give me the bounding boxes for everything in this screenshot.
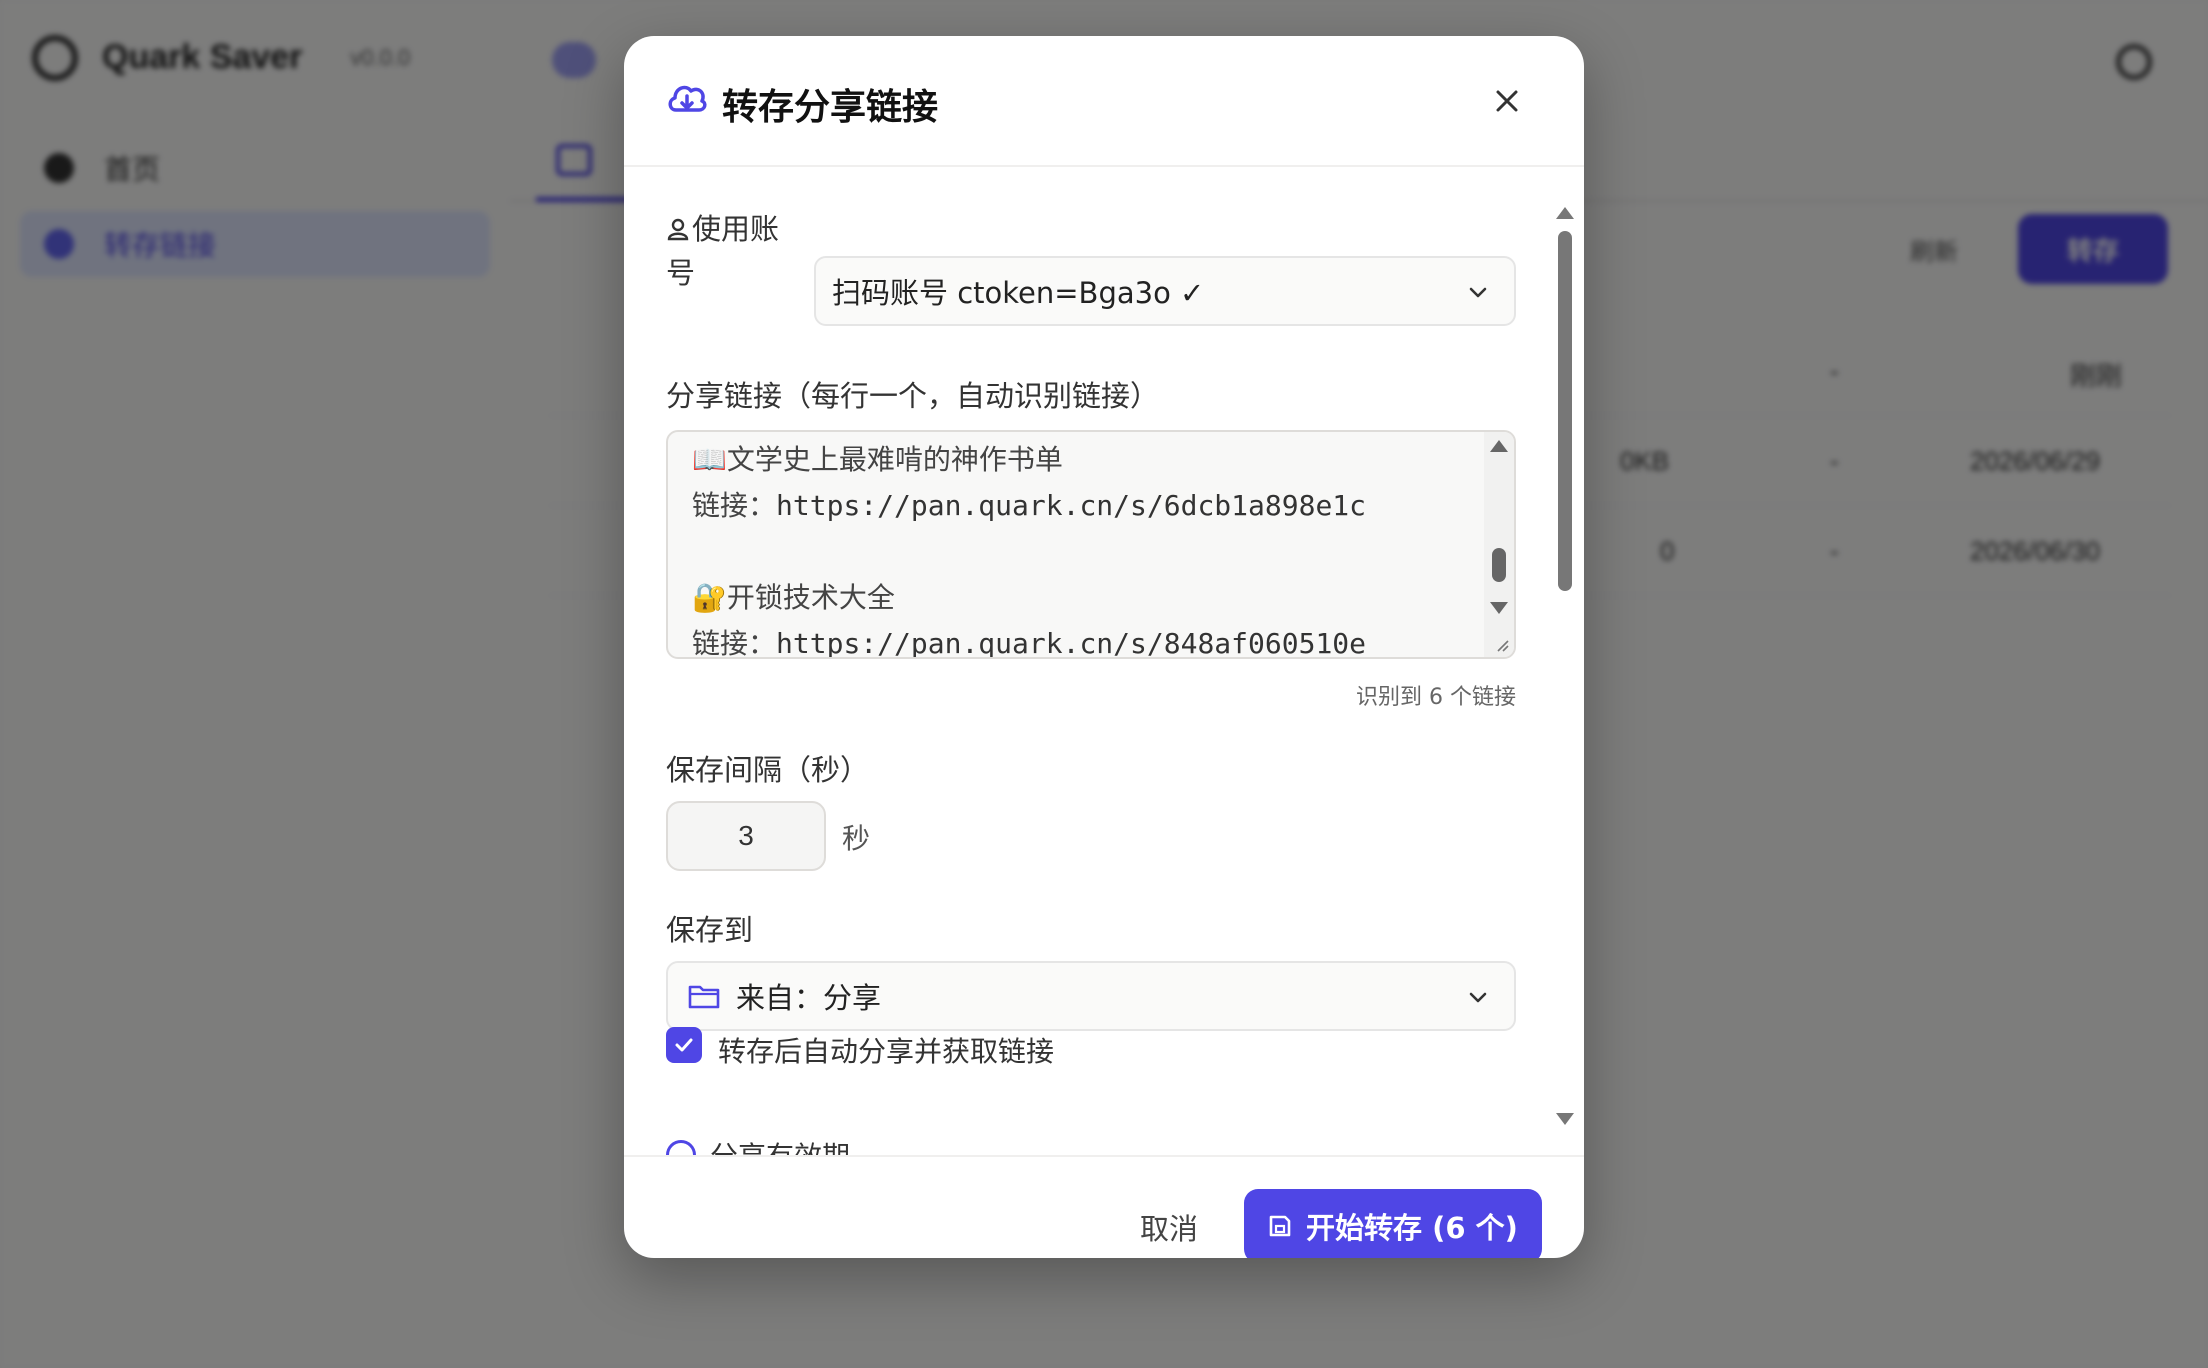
dialog-footer: 取消 开始转存 (6 个) xyxy=(624,1155,1584,1258)
textarea-line: 🔐开锁技术大全 xyxy=(692,581,895,614)
share-expiry-label: 分享有效期 xyxy=(666,1135,850,1155)
resize-handle-icon[interactable] xyxy=(1492,635,1510,653)
save-to-select[interactable]: 来自：分享 xyxy=(666,961,1516,1031)
textarea-scrollbar[interactable] xyxy=(1484,432,1514,657)
share-links-textarea[interactable]: 📖文学史上最难啃的神作书单 链接：https://pan.quark.cn/s/… xyxy=(666,430,1516,659)
interval-unit: 秒 xyxy=(842,822,871,855)
interval-label: 保存间隔（秒） xyxy=(666,753,870,787)
share-links-label: 分享链接（每行一个，自动识别链接） xyxy=(666,379,1160,413)
check-icon xyxy=(675,1038,693,1052)
chevron-down-icon xyxy=(1469,287,1487,298)
user-icon xyxy=(667,218,689,241)
save-to-value: 来自：分享 xyxy=(736,981,882,1015)
textarea-line: 链接：https://pan.quark.cn/s/848af060510e xyxy=(692,627,1367,659)
detected-links-count: 识别到 6 个链接 xyxy=(1356,685,1516,710)
textarea-line: 📖文学史上最难啃的神作书单 xyxy=(692,443,1063,476)
cancel-button[interactable]: 取消 xyxy=(1074,1191,1264,1258)
start-transfer-button[interactable]: 开始转存 (6 个) xyxy=(1244,1189,1542,1258)
start-transfer-label: 开始转存 (6 个) xyxy=(1306,1211,1518,1245)
cloud-download-icon xyxy=(668,85,707,112)
dialog-body[interactable]: 使用账号 扫码账号 ctoken=Bga3o ✓ 分享链接（每行一个，自动识别链… xyxy=(624,167,1584,1155)
account-select-value: 扫码账号 ctoken=Bga3o ✓ xyxy=(832,276,1205,310)
share-expiry-text: 分享有效期 xyxy=(710,1135,850,1155)
account-select[interactable]: 扫码账号 ctoken=Bga3o ✓ xyxy=(814,256,1516,326)
close-icon[interactable] xyxy=(1492,86,1522,116)
folder-icon xyxy=(688,985,720,1009)
auto-share-checkbox[interactable] xyxy=(666,1027,702,1063)
clock-icon xyxy=(666,1140,696,1155)
dialog-header: 转存分享链接 xyxy=(624,36,1584,167)
auto-share-label[interactable]: 转存后自动分享并获取链接 xyxy=(718,1030,1054,1070)
scroll-down-arrow-icon[interactable] xyxy=(1556,1113,1574,1125)
interval-input[interactable]: 3 xyxy=(666,801,826,871)
dialog-scrollbar[interactable] xyxy=(1554,207,1576,1127)
textarea-line: 链接：https://pan.quark.cn/s/6dcb1a898e1c xyxy=(692,489,1367,522)
scrollbar-thumb[interactable] xyxy=(1558,231,1572,591)
dialog-title: 转存分享链接 xyxy=(722,87,939,128)
account-label: 使用账号 xyxy=(666,207,806,295)
chevron-down-icon xyxy=(1469,992,1487,1003)
scrollbar-thumb[interactable] xyxy=(1492,548,1506,582)
scroll-up-arrow-icon[interactable] xyxy=(1490,440,1508,452)
scroll-up-arrow-icon[interactable] xyxy=(1556,207,1574,219)
scroll-down-arrow-icon[interactable] xyxy=(1490,602,1508,614)
save-to-label: 保存到 xyxy=(666,913,754,947)
transfer-dialog: 转存分享链接 使用账号 扫码账号 ctoken=Bga3o ✓ 分享链接（每行一… xyxy=(624,36,1584,1258)
save-icon xyxy=(1269,1215,1291,1237)
